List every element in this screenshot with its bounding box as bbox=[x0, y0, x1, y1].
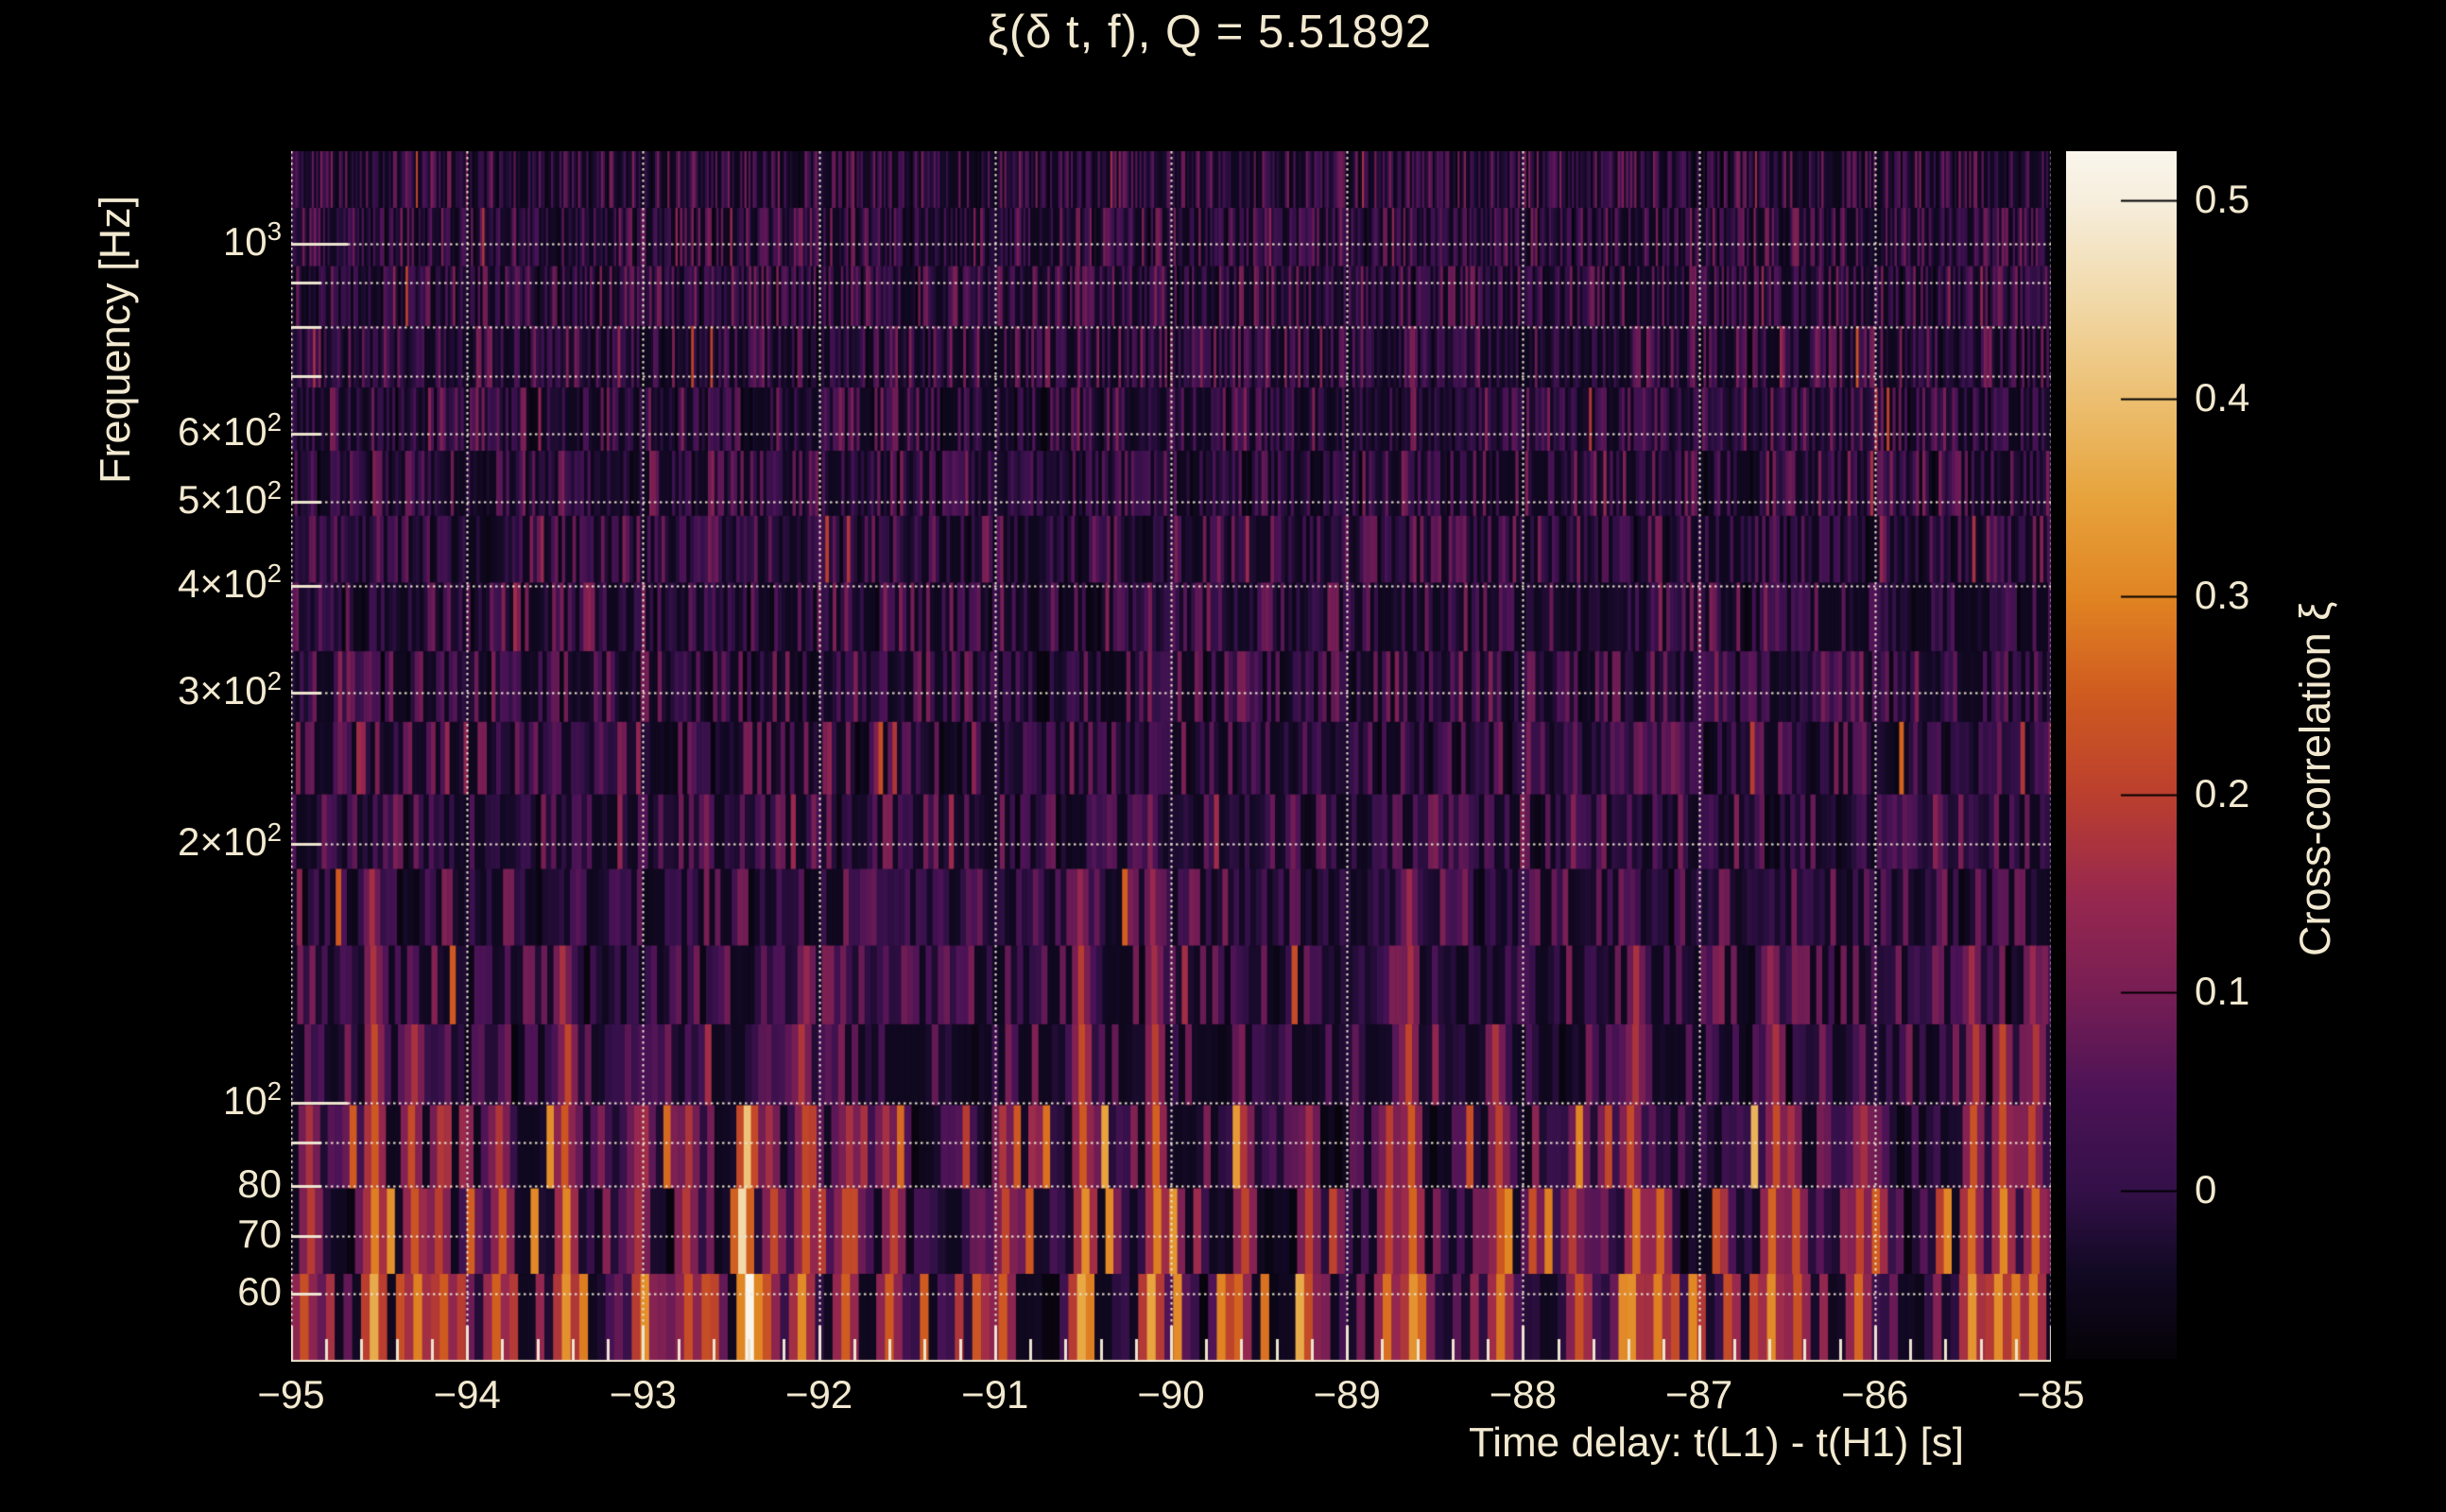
x-tick-label: −90 bbox=[1137, 1372, 1204, 1418]
x-axis-title: Time delay: t(L1) - t(H1) [s] bbox=[1469, 1419, 2074, 1467]
chart-title: ξ(δ t, f), Q = 5.51892 bbox=[0, 6, 2420, 59]
heatmap-plot-area bbox=[291, 151, 2051, 1362]
y-tick-label: 3×102 bbox=[178, 668, 282, 713]
x-tick-label: −86 bbox=[1841, 1372, 1908, 1418]
colorbar-tick-label: 0.4 bbox=[2195, 375, 2249, 421]
x-tick-label: −87 bbox=[1665, 1372, 1732, 1418]
y-tick-label: 60 bbox=[237, 1269, 282, 1314]
colorbar-title: Cross-correlation ξ bbox=[2291, 142, 2340, 956]
x-tick-label: −85 bbox=[2017, 1372, 2084, 1418]
colorbar-tick-label: 0.2 bbox=[2195, 771, 2249, 816]
y-tick-label: 5×102 bbox=[178, 477, 282, 523]
x-tick-label: −92 bbox=[785, 1372, 853, 1418]
y-tick-label: 6×102 bbox=[178, 409, 282, 455]
colorbar-tick-label: 0.5 bbox=[2195, 177, 2249, 222]
y-tick-label: 80 bbox=[237, 1161, 282, 1207]
cross-correlation-spectrogram-page: ξ(δ t, f), Q = 5.51892 Frequency [Hz] Cr… bbox=[0, 0, 2446, 1512]
x-tick-label: −91 bbox=[961, 1372, 1028, 1418]
y-tick-label: 4×102 bbox=[178, 561, 282, 607]
x-tick-label: −94 bbox=[434, 1372, 501, 1418]
x-tick-label: −93 bbox=[610, 1372, 677, 1418]
y-axis-title: Frequency [Hz] bbox=[91, 87, 140, 484]
x-tick-label: −89 bbox=[1314, 1372, 1381, 1418]
x-tick-label: −88 bbox=[1490, 1372, 1557, 1418]
y-tick-label: 2×102 bbox=[178, 819, 282, 865]
y-tick-label: 70 bbox=[237, 1211, 282, 1257]
x-tick-label: −95 bbox=[257, 1372, 324, 1418]
colorbar-tick-label: 0.3 bbox=[2195, 573, 2249, 618]
colorbar-tick-label: 0.1 bbox=[2195, 969, 2249, 1014]
colorbar-gradient bbox=[2066, 151, 2177, 1359]
y-tick-label: 103 bbox=[223, 219, 282, 265]
y-tick-label: 102 bbox=[223, 1078, 282, 1124]
colorbar-tick-label: 0 bbox=[2195, 1167, 2216, 1212]
